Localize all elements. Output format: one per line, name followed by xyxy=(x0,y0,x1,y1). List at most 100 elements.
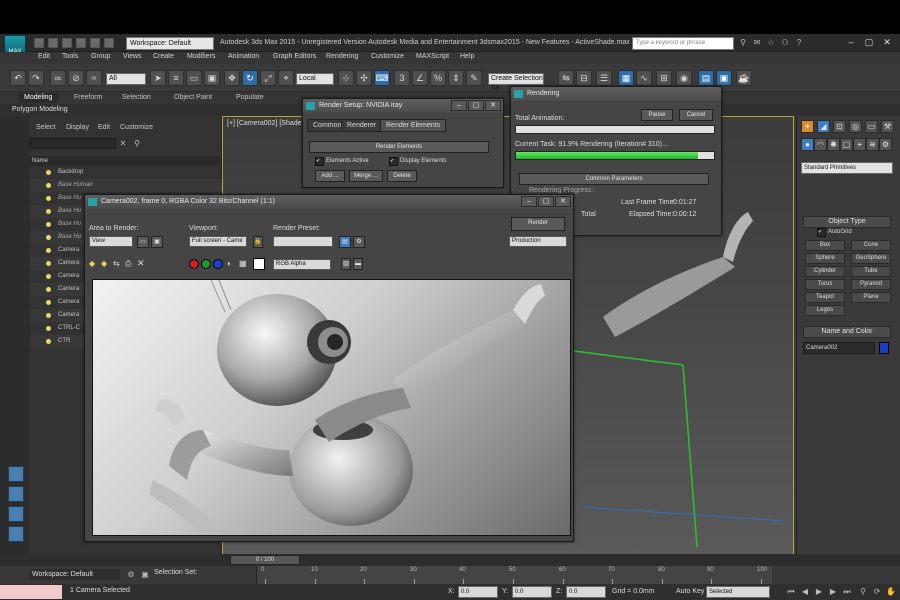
maxscript-listener[interactable] xyxy=(0,585,62,599)
primitive-legos-button[interactable]: Legos xyxy=(805,305,845,316)
redo-icon[interactable] xyxy=(90,38,100,48)
rect-selection-icon[interactable]: ▭ xyxy=(186,70,202,86)
merge-element-button[interactable]: Merge ... xyxy=(349,170,383,182)
visibility-icon[interactable] xyxy=(46,339,51,344)
common-parameters-rollout[interactable]: Common Parameters xyxy=(519,173,709,185)
visibility-icon[interactable] xyxy=(46,274,51,279)
layer-icon[interactable]: ⚙ xyxy=(126,570,136,580)
copy-image-icon[interactable]: ◆ xyxy=(101,259,111,269)
auto-key-button[interactable]: Auto Key xyxy=(676,588,704,595)
cameras-icon[interactable]: ▢ xyxy=(840,138,853,151)
align-icon[interactable]: ⊟ xyxy=(576,70,592,86)
render-setup-maximize[interactable]: ▢ xyxy=(468,100,484,111)
frame-window-close[interactable]: ✕ xyxy=(555,196,571,207)
area-to-render-dropdown[interactable]: View xyxy=(89,236,133,247)
explorer-tool-4-icon[interactable] xyxy=(8,526,24,542)
polygon-modeling-label[interactable]: Polygon Modeling xyxy=(12,106,68,113)
create-tab-icon[interactable]: ✶ xyxy=(801,120,814,133)
display-elements-checkbox[interactable]: Display Elements xyxy=(389,157,446,166)
alpha-channel-icon[interactable]: ◐ xyxy=(227,259,237,269)
background-color-swatch[interactable] xyxy=(253,258,265,270)
unlink-icon[interactable]: ⊘ xyxy=(68,70,84,86)
monochrome-icon[interactable]: ▦ xyxy=(239,259,249,269)
z-coordinate-field[interactable]: 0.0 xyxy=(566,586,606,598)
layer-manager-icon[interactable]: ☰ xyxy=(596,70,612,86)
utilities-tab-icon[interactable]: ⚒ xyxy=(881,120,894,133)
helpers-icon[interactable]: ⌖ xyxy=(853,138,866,151)
frame-window-maximize[interactable]: ▢ xyxy=(538,196,554,207)
geometry-icon[interactable]: ● xyxy=(801,138,814,151)
render-production-icon[interactable]: ☕ xyxy=(736,70,752,86)
visibility-icon[interactable] xyxy=(46,170,51,175)
elements-active-checkbox[interactable]: Elements Active xyxy=(315,157,369,166)
visibility-icon[interactable] xyxy=(46,222,51,227)
primitive-cylinder-button[interactable]: Cylinder xyxy=(805,266,845,277)
set-icon[interactable]: ▣ xyxy=(140,570,150,580)
filter-icon[interactable]: ⚲ xyxy=(132,139,142,149)
menu-views[interactable]: Views xyxy=(123,53,142,60)
bind-spacewarp-icon[interactable]: ≈ xyxy=(86,70,102,86)
object-type-rollout[interactable]: Object Type xyxy=(803,216,891,228)
primitive-geosphere-button[interactable]: GeoSphere xyxy=(851,253,891,264)
display-tab-icon[interactable]: ▭ xyxy=(865,120,878,133)
timeline-ruler[interactable]: 0 10 20 30 40 50 60 70 80 90 100 xyxy=(256,566,772,584)
material-editor-icon[interactable]: ◉ xyxy=(676,70,692,86)
menu-maxscript[interactable]: MAXScript xyxy=(416,53,449,60)
primitive-teapot-button[interactable]: Teapot xyxy=(805,292,845,303)
visibility-icon[interactable] xyxy=(46,287,51,292)
select-manipulate-icon[interactable]: ✣ xyxy=(356,70,372,86)
rotate-icon[interactable]: ↻ xyxy=(242,70,258,86)
add-element-button[interactable]: Add ... xyxy=(315,170,345,182)
primitive-cone-button[interactable]: Cone xyxy=(851,240,891,251)
rendered-frame-window-icon[interactable]: ▣ xyxy=(716,70,732,86)
graphite-toolbar-icon[interactable]: ▦ xyxy=(618,70,634,86)
select-by-name-icon[interactable]: ≡ xyxy=(168,70,184,86)
search-input[interactable]: Type a keyword or phrase xyxy=(632,37,734,50)
primitive-pyramid-button[interactable]: Pyramid xyxy=(851,279,891,290)
undo-icon[interactable] xyxy=(76,38,86,48)
orbit-icon[interactable]: ⟳ xyxy=(872,587,882,597)
visibility-icon[interactable] xyxy=(46,235,51,240)
link-icon[interactable]: ∞ xyxy=(50,70,66,86)
explorer-tab-display[interactable]: Display xyxy=(66,124,89,131)
spinner-snap-icon[interactable]: ⇕ xyxy=(448,70,464,86)
window-crossing-icon[interactable]: ▣ xyxy=(204,70,220,86)
explorer-tab-customize[interactable]: Customize xyxy=(120,124,153,131)
menu-create[interactable]: Create xyxy=(153,53,174,60)
explorer-search-input[interactable] xyxy=(30,138,116,149)
list-item[interactable]: Base Human xyxy=(30,179,222,192)
object-name-input[interactable]: Camera002 xyxy=(803,342,875,354)
red-channel-toggle[interactable] xyxy=(189,259,199,269)
visibility-icon[interactable] xyxy=(46,209,51,214)
toggle-overlays-icon[interactable]: ▬ xyxy=(353,258,363,270)
menu-rendering[interactable]: Rendering xyxy=(326,53,358,60)
menu-graph-editors[interactable]: Graph Editors xyxy=(273,53,316,60)
render-elements-rollout[interactable]: Render Elements xyxy=(309,141,489,153)
rendering-title[interactable]: Rendering xyxy=(511,87,721,101)
hierarchy-tab-icon[interactable]: ⊡ xyxy=(833,120,846,133)
visibility-icon[interactable] xyxy=(46,183,51,188)
lock-icon[interactable]: 🔒 xyxy=(253,236,263,248)
help-icon[interactable]: ? xyxy=(794,38,804,48)
motion-tab-icon[interactable]: ◎ xyxy=(849,120,862,133)
snaps-toggle-icon[interactable]: 3 xyxy=(394,70,410,86)
primitive-sphere-button[interactable]: Sphere xyxy=(805,253,845,264)
keyboard-shortcut-icon[interactable]: ⌨ xyxy=(374,70,390,86)
edit-named-sets-icon[interactable]: ✎ xyxy=(466,70,482,86)
goto-end-icon[interactable]: ⏭ xyxy=(842,587,852,597)
delete-element-button[interactable]: Delete xyxy=(387,170,417,182)
menu-animation[interactable]: Animation xyxy=(228,53,259,60)
menu-tools[interactable]: Tools xyxy=(62,53,78,60)
signin-icon[interactable]: ⚇ xyxy=(780,38,790,48)
primitive-category-dropdown[interactable]: Standard Primitives xyxy=(801,162,893,174)
primitive-tube-button[interactable]: Tube xyxy=(851,266,891,277)
render-setup-close[interactable]: ✕ xyxy=(485,100,501,111)
visibility-icon[interactable] xyxy=(46,313,51,318)
display-channel-dropdown[interactable]: RGB Alpha xyxy=(273,259,331,270)
primitive-plane-button[interactable]: Plane xyxy=(851,292,891,303)
clone-window-icon[interactable]: ⇆ xyxy=(113,259,123,269)
cancel-button[interactable]: Cancel xyxy=(679,109,713,121)
selection-filter-dropdown[interactable]: All xyxy=(106,73,146,85)
render-button[interactable]: Render xyxy=(511,217,565,231)
mirror-icon[interactable]: ⇋ xyxy=(558,70,574,86)
